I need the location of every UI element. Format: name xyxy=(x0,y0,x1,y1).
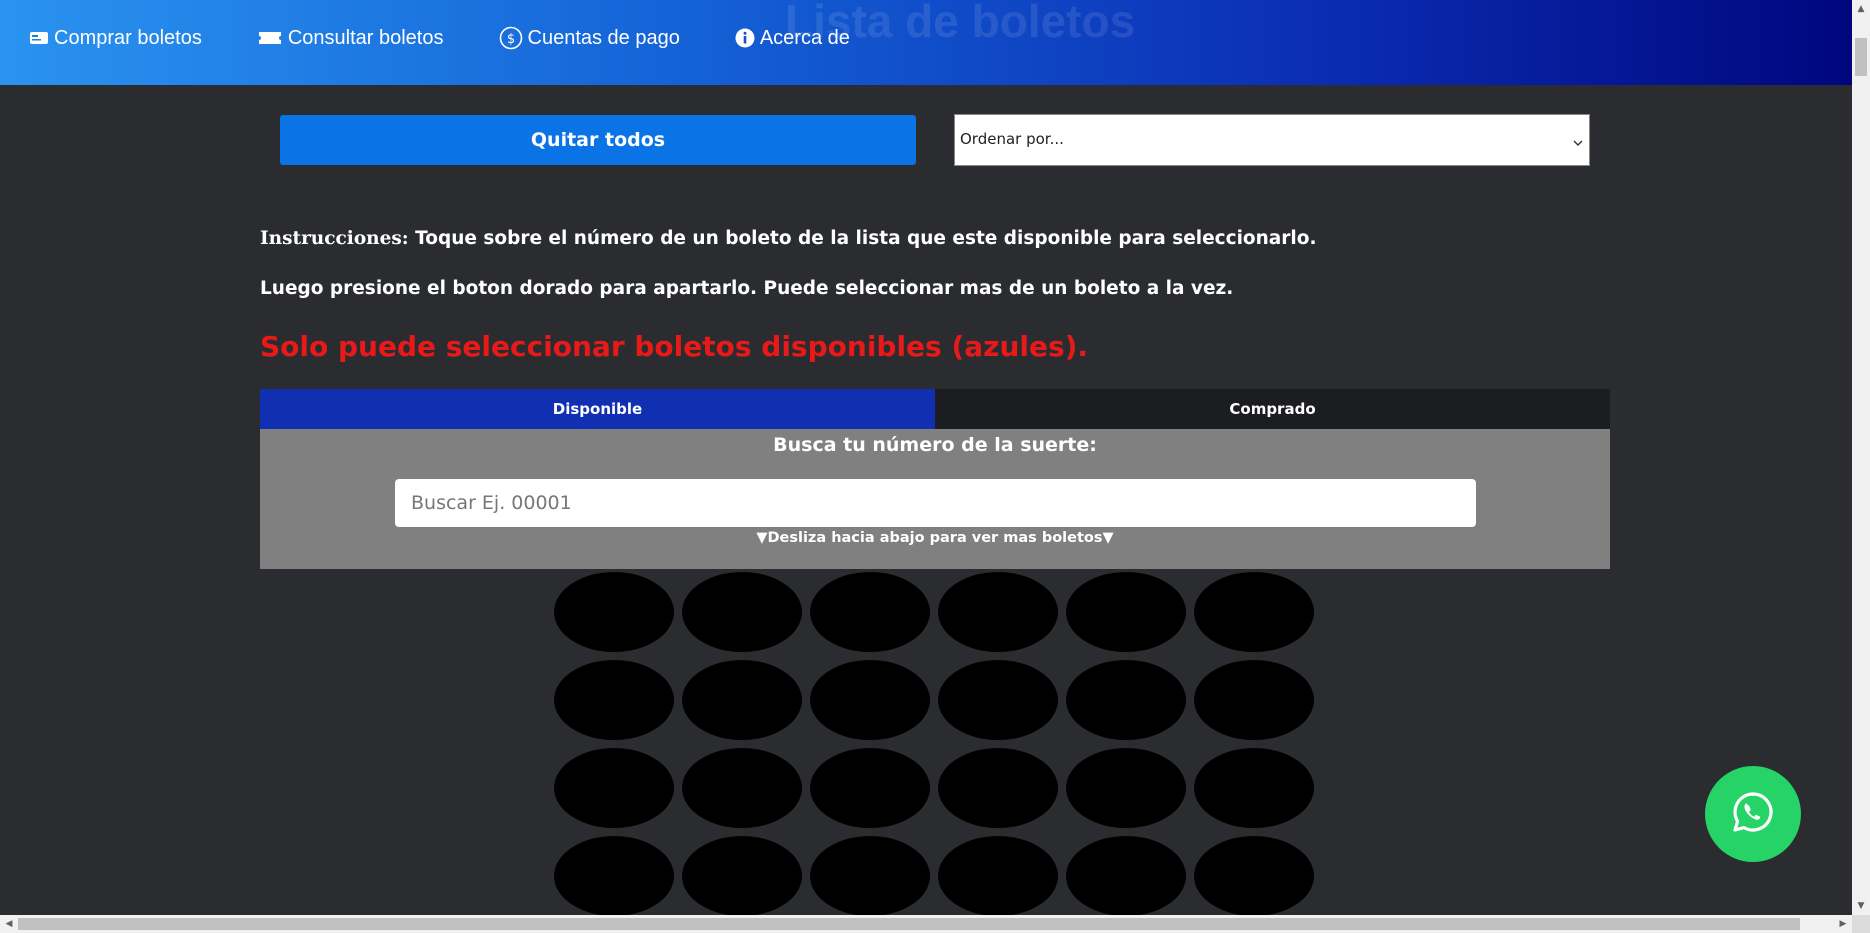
ticket-item[interactable] xyxy=(554,748,674,828)
horizontal-scroll-thumb[interactable] xyxy=(18,918,1800,930)
vertical-scrollbar[interactable]: ▲ ▼ xyxy=(1852,0,1870,915)
sort-select[interactable]: Ordenar por... xyxy=(954,114,1590,166)
nav-consultar-boletos[interactable]: Consultar boletos xyxy=(257,26,444,50)
sort-select-value: Ordenar por... xyxy=(960,130,1064,148)
ticket-item[interactable] xyxy=(1194,748,1314,828)
instructions-text-1: Toque sobre el número de un boleto de la… xyxy=(415,228,1317,249)
ticket-item[interactable] xyxy=(1194,836,1314,916)
nav-comprar-boletos[interactable]: Comprar boletos xyxy=(29,26,202,50)
remove-all-button[interactable]: Quitar todos xyxy=(280,115,916,165)
scroll-right-arrow-icon[interactable]: ▶ xyxy=(1834,915,1852,933)
ticket-item[interactable] xyxy=(554,660,674,740)
ticket-item[interactable] xyxy=(938,836,1058,916)
ticket-item[interactable] xyxy=(1066,836,1186,916)
ticket-item[interactable] xyxy=(554,572,674,652)
horizontal-scrollbar[interactable]: ◀ ▶ xyxy=(0,915,1852,933)
ticket-item[interactable] xyxy=(682,836,802,916)
nav-consultar-boletos-label: Consultar boletos xyxy=(287,26,444,49)
nav-comprar-boletos-label: Comprar boletos xyxy=(54,26,202,49)
warning-message: Solo puede seleccionar boletos disponibl… xyxy=(260,330,1089,363)
ticket-item[interactable] xyxy=(554,836,674,916)
ticket-grid xyxy=(554,572,1314,916)
nav-cuentas-de-pago[interactable]: $ Cuentas de pago xyxy=(499,26,680,50)
ticket-item[interactable] xyxy=(810,748,930,828)
instructions-label: Instrucciones: xyxy=(260,228,409,249)
svg-text:$: $ xyxy=(506,32,514,47)
ticket-item[interactable] xyxy=(938,748,1058,828)
instructions-line-1: Instrucciones: Toque sobre el número de … xyxy=(260,228,1316,249)
scrollbar-corner xyxy=(1852,915,1870,933)
tab-comprado[interactable]: Comprado xyxy=(935,389,1610,429)
info-icon xyxy=(735,28,755,48)
top-navbar: Lista de boletos Comprar boletos Consult… xyxy=(0,0,1852,85)
nav-acerca-de[interactable]: Acerca de xyxy=(735,26,850,50)
ticket-item[interactable] xyxy=(682,572,802,652)
nav-acerca-de-label: Acerca de xyxy=(759,26,850,49)
search-input[interactable] xyxy=(395,479,1476,527)
search-title: Busca tu número de la suerte: xyxy=(773,434,1097,456)
whatsapp-icon xyxy=(1730,789,1776,839)
status-legend-tabs: Disponible Comprado xyxy=(260,389,1610,429)
ticket-item[interactable] xyxy=(1194,660,1314,740)
ticket-icon xyxy=(257,30,283,46)
ticket-item[interactable] xyxy=(1066,660,1186,740)
scroll-left-arrow-icon[interactable]: ◀ xyxy=(0,915,18,933)
ticket-item[interactable] xyxy=(1066,748,1186,828)
nav-cuentas-de-pago-label: Cuentas de pago xyxy=(527,26,680,49)
instructions-line-2: Luego presione el boton dorado para apar… xyxy=(260,278,1234,299)
dollar-coin-icon: $ xyxy=(499,26,523,50)
ticket-item[interactable] xyxy=(810,572,930,652)
ticket-item[interactable] xyxy=(682,660,802,740)
ticket-item[interactable] xyxy=(938,572,1058,652)
ticket-item[interactable] xyxy=(682,748,802,828)
ticket-item[interactable] xyxy=(810,660,930,740)
ticket-card-icon xyxy=(29,30,49,46)
ticket-item[interactable] xyxy=(1194,572,1314,652)
ticket-item[interactable] xyxy=(1066,572,1186,652)
scroll-hint: ▼Desliza hacia abajo para ver mas boleto… xyxy=(756,530,1114,546)
scroll-down-arrow-icon[interactable]: ▼ xyxy=(1852,897,1870,915)
tab-disponible[interactable]: Disponible xyxy=(260,389,935,429)
scroll-up-arrow-icon[interactable]: ▲ xyxy=(1852,0,1870,18)
chevron-down-icon xyxy=(1573,132,1583,151)
ticket-item[interactable] xyxy=(810,836,930,916)
vertical-scroll-thumb[interactable] xyxy=(1855,38,1867,76)
whatsapp-button[interactable] xyxy=(1705,766,1801,862)
ticket-item[interactable] xyxy=(938,660,1058,740)
nav-menu: Comprar boletos Consultar boletos $ Cuen… xyxy=(29,26,905,50)
search-panel: Busca tu número de la suerte: ▼Desliza h… xyxy=(260,429,1610,569)
